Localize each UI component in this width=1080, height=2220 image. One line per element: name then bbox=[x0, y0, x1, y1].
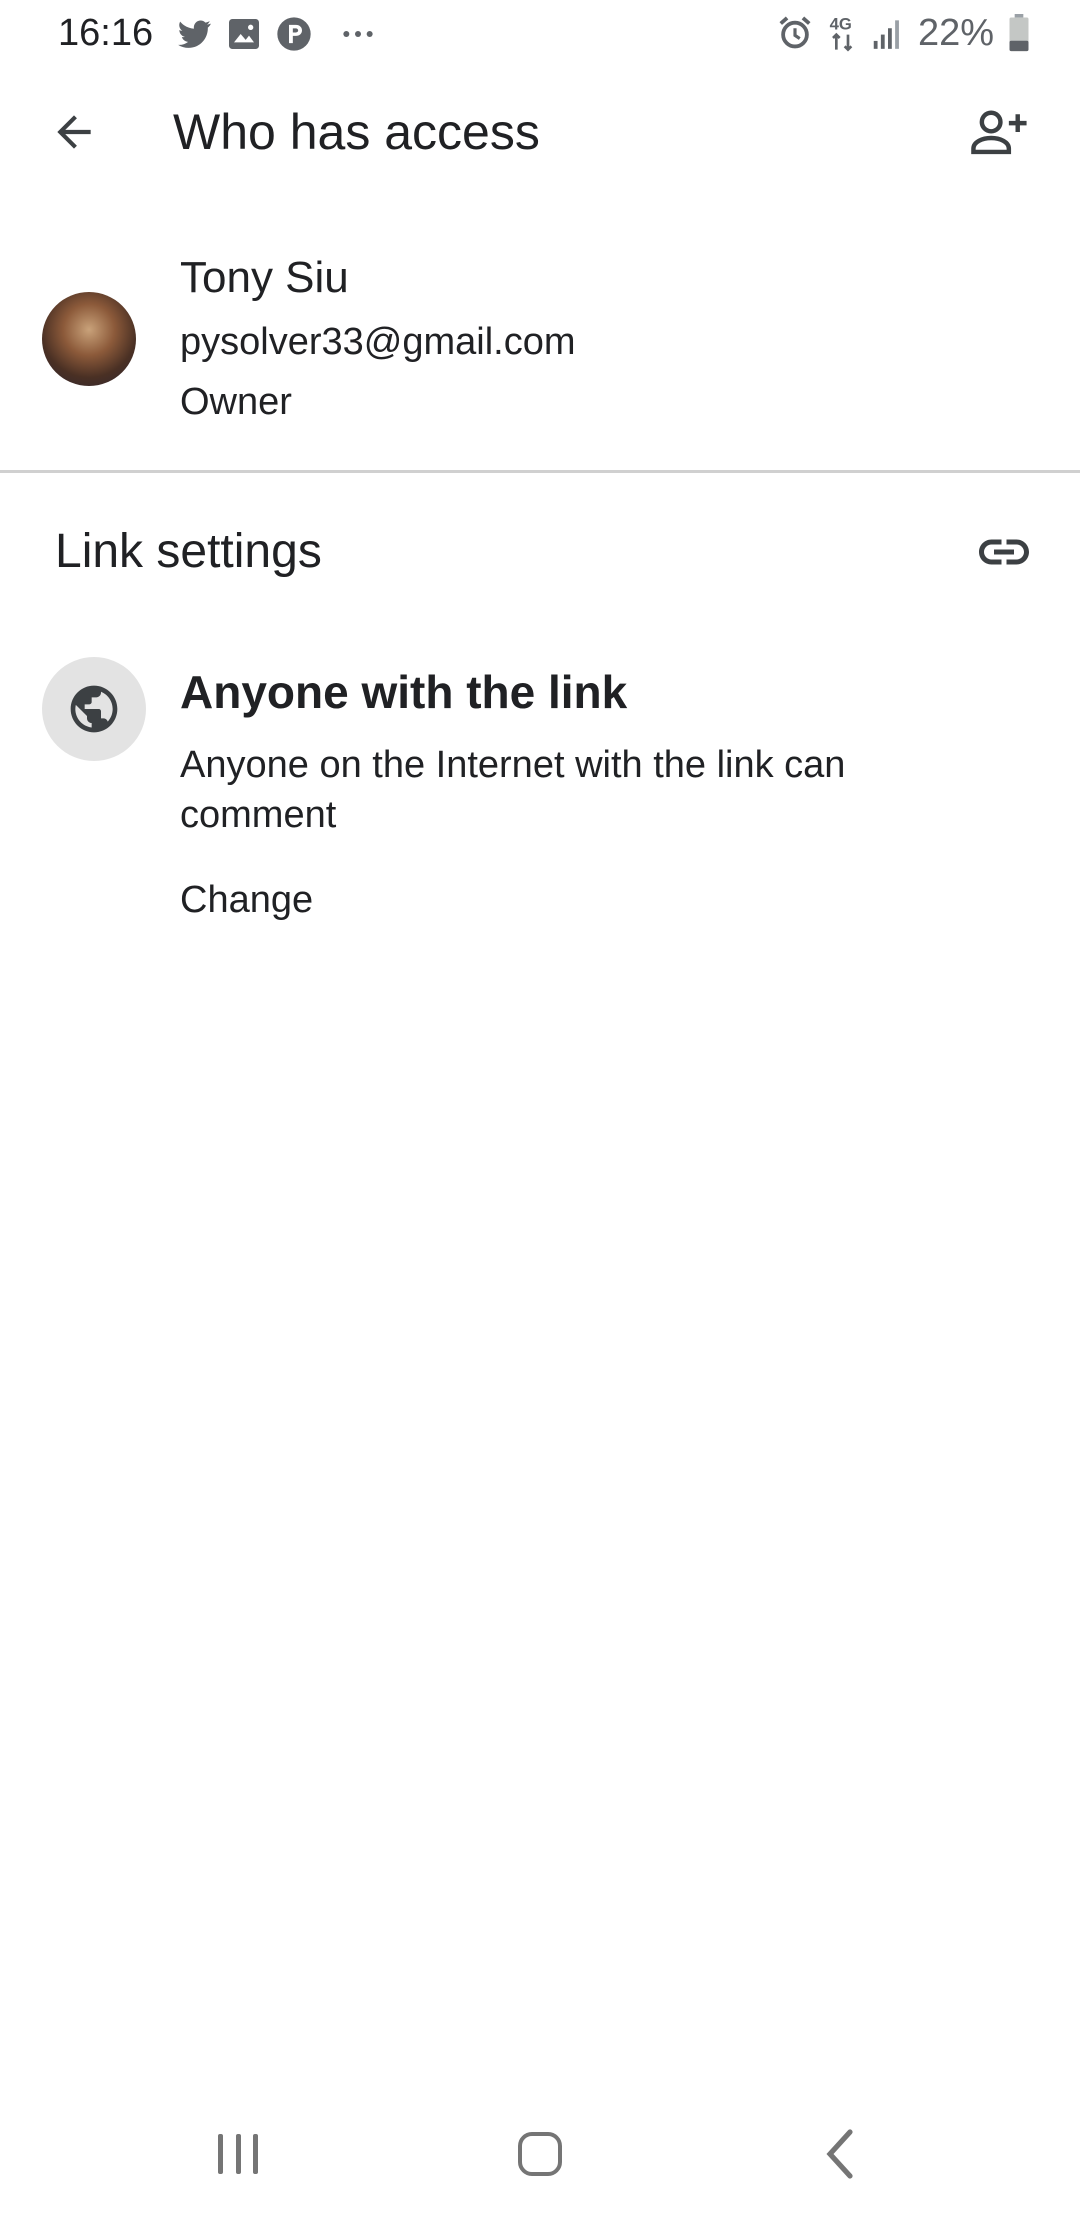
battery-icon bbox=[1009, 14, 1029, 52]
back-nav-button[interactable] bbox=[822, 2126, 862, 2182]
owner-email: pysolver33@gmail.com bbox=[180, 321, 576, 363]
avatar bbox=[42, 292, 136, 386]
arrow-back-icon bbox=[57, 115, 91, 149]
p-app-icon bbox=[277, 17, 311, 51]
link-icon bbox=[979, 539, 1029, 565]
home-button[interactable] bbox=[518, 2132, 562, 2176]
more-notifications-icon bbox=[343, 31, 373, 37]
page-title: Who has access bbox=[173, 104, 540, 160]
globe-icon bbox=[70, 685, 118, 733]
recents-icon-bar bbox=[253, 2134, 258, 2174]
globe-icon-container bbox=[42, 657, 146, 761]
recents-icon-bar bbox=[235, 2134, 241, 2174]
owner-name: Tony Siu bbox=[180, 253, 349, 302]
battery-percentage: 22% bbox=[917, 12, 994, 54]
svg-text:4G: 4G bbox=[830, 15, 852, 34]
4g-icon: 4G bbox=[830, 15, 853, 52]
status-time: 16:16 bbox=[58, 12, 154, 54]
gallery-icon bbox=[229, 19, 259, 49]
copy-link-button[interactable] bbox=[964, 516, 1044, 588]
signal-icon bbox=[873, 20, 899, 49]
recents-icon-bar bbox=[218, 2134, 223, 2174]
back-button[interactable] bbox=[38, 96, 110, 168]
link-access-description: Anyone on the Internet with the link can… bbox=[180, 744, 846, 836]
alarm-icon bbox=[779, 16, 811, 49]
link-settings-title: Link settings bbox=[55, 525, 322, 578]
divider bbox=[0, 470, 1080, 473]
link-access-title: Anyone with the link bbox=[180, 666, 628, 718]
status-right: 4G 22% bbox=[776, 8, 1030, 58]
add-person-icon bbox=[971, 110, 1027, 155]
recents-button[interactable] bbox=[218, 2130, 258, 2178]
add-person-button[interactable] bbox=[960, 96, 1040, 168]
change-link-access-button[interactable]: Change bbox=[180, 872, 313, 928]
twitter-icon bbox=[178, 20, 211, 48]
owner-role: Owner bbox=[180, 381, 292, 423]
